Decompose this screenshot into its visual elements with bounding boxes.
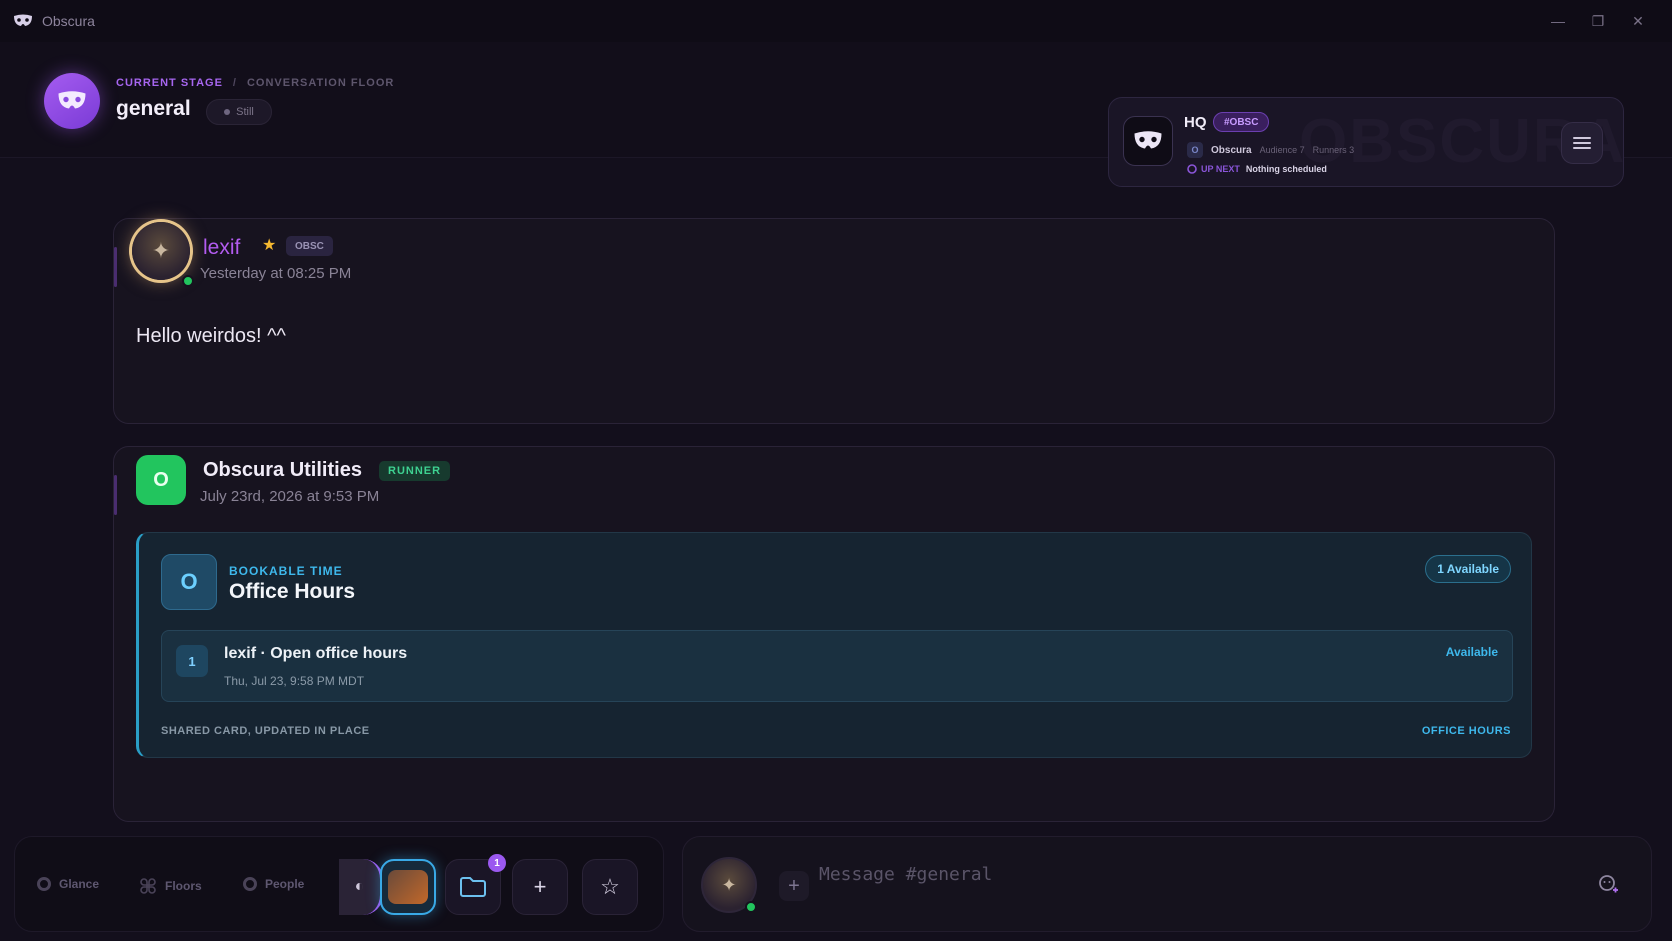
message-card[interactable]: ✦ lexif ★ OBSC Yesterday at 08:25 PM Hel… [113, 218, 1555, 424]
message-author[interactable]: Obscura Utilities [203, 459, 362, 482]
close-button[interactable]: ✕ [1626, 10, 1650, 32]
bot-avatar[interactable]: O [136, 455, 186, 505]
emoji-icon[interactable] [1595, 871, 1621, 897]
people-icon [243, 877, 257, 891]
star-icon: ★ [262, 237, 277, 254]
favorites-button[interactable]: ☆ [582, 859, 638, 915]
message-input[interactable] [819, 859, 1579, 889]
slot-status[interactable]: Available [1446, 645, 1498, 659]
slot-time: Thu, Jul 23, 9:58 PM MDT [224, 674, 365, 688]
hq-name: HQ [1184, 114, 1207, 131]
message-author[interactable]: lexif [203, 236, 240, 260]
crumb-separator: / [232, 77, 237, 89]
slot-title: lexif · Open office hours [224, 645, 408, 662]
app-title: Obscura [42, 13, 95, 29]
nav-floors-label: Floors [165, 879, 202, 893]
server-name: Obscura [1211, 144, 1252, 156]
hamburger-icon [1573, 137, 1591, 149]
restore-button[interactable]: ❐ [1586, 10, 1610, 32]
mask-icon [58, 91, 86, 109]
booking-card: O BOOKABLE TIME Office Hours 1 Available… [136, 532, 1532, 758]
message-card[interactable]: O Obscura Utilities RUNNER July 23rd, 20… [113, 446, 1555, 822]
hq-card[interactable]: OBSCURA HQ #OBSC O Obscura Audience 7 Ru… [1108, 97, 1624, 187]
nav-people[interactable]: People [243, 877, 304, 891]
folder-button[interactable]: 1 [445, 854, 506, 915]
message-timestamp: Yesterday at 08:25 PM [200, 265, 352, 282]
channel-title: general [116, 97, 191, 120]
hq-tag: #OBSC [1213, 112, 1270, 132]
booking-icon: O [161, 554, 217, 610]
message-accent [114, 475, 117, 515]
breadcrumb: CURRENT STAGE / CONVERSATION FLOOR [116, 77, 394, 89]
runner-badge: RUNNER [379, 461, 451, 481]
online-indicator [745, 901, 757, 913]
title-bar: Obscura [0, 0, 1672, 42]
booking-title: Office Hours [229, 580, 356, 603]
folder-icon [460, 877, 486, 897]
nav-glance-label: Glance [59, 877, 100, 891]
stage-avatar[interactable] [44, 73, 100, 129]
mask-icon [12, 12, 34, 30]
server-initial: O [1187, 142, 1203, 158]
nav-people-label: People [265, 877, 305, 891]
status-label: Still [236, 106, 254, 118]
server-avatar-partial[interactable]: ◐ [339, 859, 383, 915]
availability-badge: 1 Available [1425, 555, 1511, 583]
up-next-icon [1187, 164, 1197, 174]
message-composer: ✦ + [682, 836, 1652, 932]
hq-server-icon [1123, 116, 1173, 166]
hq-menu-button[interactable] [1561, 122, 1603, 164]
mask-icon [1134, 131, 1162, 149]
glance-icon [37, 877, 51, 891]
crumb-conversation-floor[interactable]: CONVERSATION FLOOR [247, 77, 394, 89]
server-art [388, 870, 428, 904]
message-timestamp: July 23rd, 2026 at 9:53 PM [200, 488, 380, 505]
booking-eyebrow: BOOKABLE TIME [229, 564, 343, 578]
message-text: Hello weirdos! ^^ [136, 325, 286, 347]
runners-count: Runners 3 [1312, 145, 1355, 155]
up-next-value: Nothing scheduled [1245, 164, 1327, 174]
floors-icon [140, 878, 156, 894]
notification-badge: 1 [488, 854, 506, 872]
active-server-button[interactable] [380, 859, 436, 915]
up-next: UP NEXT Nothing scheduled [1187, 164, 1327, 174]
minimize-button[interactable]: — [1546, 10, 1570, 32]
bottom-dock: Glance Floors People ◐ 1 + ☆ [14, 836, 664, 932]
avatar[interactable]: ✦ [132, 222, 190, 280]
card-footer-note: SHARED CARD, UPDATED IN PLACE [161, 725, 370, 737]
status-dot [224, 109, 231, 115]
up-next-label: UP NEXT [1201, 164, 1240, 174]
hq-meta: O Obscura Audience 7 Runners 3 [1187, 142, 1354, 158]
add-server-button[interactable]: + [512, 859, 568, 915]
role-badge: OBSC [286, 236, 333, 256]
attach-button[interactable]: + [779, 871, 809, 901]
nav-floors[interactable]: Floors [139, 877, 202, 895]
status-pill[interactable]: Still [206, 99, 272, 125]
card-footer-link[interactable]: OFFICE HOURS [1422, 725, 1511, 737]
audience-count: Audience 7 [1259, 145, 1305, 155]
star-icon: ☆ [600, 874, 620, 899]
online-indicator [182, 275, 194, 287]
crumb-current-stage[interactable]: CURRENT STAGE [116, 77, 223, 89]
stage-header: CURRENT STAGE / CONVERSATION FLOOR gener… [0, 42, 1672, 187]
message-accent [114, 247, 117, 287]
nav-glance[interactable]: Glance [37, 877, 99, 891]
slot-number: 1 [176, 645, 208, 677]
booking-slot[interactable]: 1 lexif · Open office hours Thu, Jul 23,… [161, 630, 1513, 702]
